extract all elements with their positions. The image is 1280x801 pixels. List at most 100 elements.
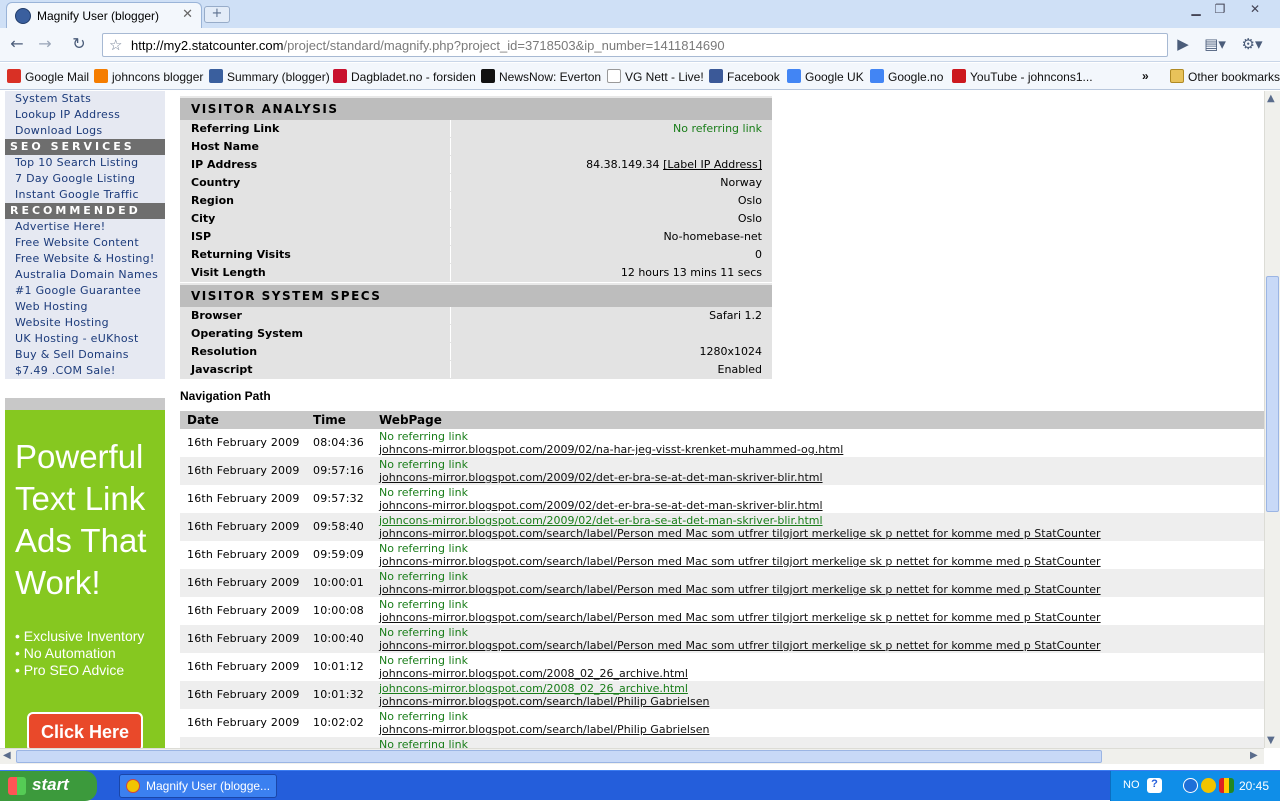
- webpage-link[interactable]: johncons-mirror.blogspot.com/search/labe…: [379, 527, 1101, 540]
- taskbar-window-item[interactable]: Magnify User (blogge...: [119, 774, 277, 798]
- table-row: Resolution 1280x1024: [180, 343, 772, 361]
- webpage-link[interactable]: johncons-mirror.blogspot.com/search/labe…: [379, 695, 709, 708]
- address-url[interactable]: http://my2.statcounter.com/project/stand…: [131, 38, 725, 53]
- table-row: 16th February 2009 10:01:32 johncons-mirro…: [180, 681, 1264, 709]
- sidebar-link[interactable]: Web Hosting: [5, 299, 165, 315]
- referrer: No referring link: [379, 570, 468, 583]
- webpage-link[interactable]: johncons-mirror.blogspot.com/2008_02_26_…: [379, 667, 688, 680]
- page-menu-icon[interactable]: ▤▾: [1203, 35, 1227, 55]
- restore-icon[interactable]: ❐: [1209, 2, 1231, 18]
- new-tab-button[interactable]: +: [204, 6, 230, 23]
- referrer: No referring link: [379, 626, 468, 639]
- bookmark-youtube-9[interactable]: YouTube - johncons1...: [952, 69, 1093, 84]
- bookmark-statcounter-2[interactable]: Summary (blogger): [209, 69, 330, 84]
- referrer[interactable]: johncons-mirror.blogspot.com/2009/02/det…: [379, 514, 823, 527]
- close-tab-icon[interactable]: ✕: [182, 7, 193, 22]
- value-text: Safari 1.2: [709, 309, 762, 322]
- sidebar-link[interactable]: Advertise Here!: [5, 219, 165, 235]
- vertical-scrollbar[interactable]: ▲ ▼: [1264, 91, 1280, 748]
- forward-icon[interactable]: →: [34, 35, 56, 55]
- row-label: City: [180, 210, 451, 227]
- value-text: Oslo: [737, 194, 762, 207]
- sidebar-link[interactable]: Buy & Sell Domains: [5, 347, 165, 363]
- bookmark-blogger-1[interactable]: johncons blogger: [94, 69, 203, 84]
- minimize-icon[interactable]: ▁: [1185, 2, 1207, 18]
- system-tray: NO ? 20:45: [1110, 771, 1280, 801]
- horizontal-scrollbar[interactable]: ◀ ▶: [0, 748, 1264, 764]
- table-row: 16th February 2009 10:00:08 No referring l…: [180, 597, 1264, 625]
- recommended-heading: RECOMMENDED: [5, 203, 165, 219]
- tray-arrow-icon[interactable]: [1183, 778, 1198, 793]
- table-row: Host Name: [180, 138, 772, 156]
- bookmark-google-8[interactable]: Google.no: [870, 69, 943, 84]
- sidebar-link[interactable]: $7.49 .COM Sale!: [5, 363, 165, 379]
- sidebar-link[interactable]: Top 10 Search Listing: [5, 155, 165, 171]
- sidebar-link[interactable]: Instant Google Traffic: [5, 187, 165, 203]
- sidebar-link[interactable]: System Stats: [5, 91, 165, 107]
- reload-icon[interactable]: ↻: [68, 35, 90, 55]
- scroll-left-icon[interactable]: ◀: [3, 750, 11, 761]
- row-label: Resolution: [180, 343, 451, 360]
- close-window-icon[interactable]: ✕: [1241, 2, 1269, 18]
- sidebar-link[interactable]: 7 Day Google Listing: [5, 171, 165, 187]
- security-icon[interactable]: [1219, 778, 1234, 793]
- horizontal-scroll-thumb[interactable]: [16, 750, 1102, 763]
- bookmarks-overflow-button[interactable]: »: [1142, 69, 1149, 83]
- value-text: Oslo: [737, 212, 762, 225]
- visitor-analysis-table: VISITOR ANALYSIS Referring Link No referr…: [180, 96, 772, 282]
- dagbladet-icon: [333, 69, 347, 83]
- sidebar-link[interactable]: Australia Domain Names: [5, 267, 165, 283]
- bookmark-facebook-6[interactable]: Facebook: [709, 69, 780, 84]
- visit-time: 08:04:36: [313, 436, 365, 449]
- sidebar-link[interactable]: Free Website Content: [5, 235, 165, 251]
- table-row: Javascript Enabled: [180, 361, 772, 379]
- webpage-link[interactable]: johncons-mirror.blogspot.com/search/labe…: [379, 583, 1101, 596]
- webpage-link[interactable]: johncons-mirror.blogspot.com/search/labe…: [379, 639, 1101, 652]
- network-icon[interactable]: [1201, 778, 1216, 793]
- browser-toolbar: ← → ↻ ☆ http://my2.statcounter.com/proje…: [0, 28, 1280, 62]
- ad-click-here-button[interactable]: Click Here: [27, 712, 143, 748]
- help-icon[interactable]: ?: [1147, 778, 1162, 793]
- webpage-link[interactable]: johncons-mirror.blogspot.com/2009/02/det…: [379, 499, 823, 512]
- browser-tab[interactable]: Magnify User (blogger) ✕: [6, 2, 202, 28]
- scroll-right-icon[interactable]: ▶: [1250, 750, 1258, 761]
- sidebar-link[interactable]: Free Website & Hosting!: [5, 251, 165, 267]
- webpage-link[interactable]: johncons-mirror.blogspot.com/2009/02/na-…: [379, 443, 843, 456]
- bookmark-page-5[interactable]: VG Nett - Live!: [607, 69, 704, 84]
- webpage-link[interactable]: johncons-mirror.blogspot.com/search/labe…: [379, 611, 1101, 624]
- sidebar-link[interactable]: Download Logs: [5, 123, 165, 139]
- bookmark-star-icon[interactable]: ☆: [109, 36, 122, 54]
- vertical-scroll-thumb[interactable]: [1266, 276, 1279, 512]
- visit-date: 16th February 2009: [187, 688, 300, 701]
- sidebar-link[interactable]: #1 Google Guarantee: [5, 283, 165, 299]
- language-indicator[interactable]: NO: [1123, 779, 1140, 791]
- referrer[interactable]: johncons-mirror.blogspot.com/2008_02_26_…: [379, 682, 688, 695]
- label-ip-address-link[interactable]: [Label IP Address]: [663, 158, 762, 171]
- visit-time: 09:58:40: [313, 520, 365, 533]
- go-icon[interactable]: ▶: [1171, 35, 1195, 55]
- bookmark-newsnow-4[interactable]: NewsNow: Everton: [481, 69, 601, 84]
- webpage-link[interactable]: johncons-mirror.blogspot.com/2009/02/det…: [379, 471, 823, 484]
- scroll-up-icon[interactable]: ▲: [1267, 93, 1275, 104]
- sidebar-link[interactable]: Website Hosting: [5, 315, 165, 331]
- visit-date: 16th February 2009: [187, 492, 300, 505]
- sidebar-link[interactable]: Lookup IP Address: [5, 107, 165, 123]
- start-button[interactable]: start: [0, 771, 97, 801]
- webpage-link[interactable]: johncons-mirror.blogspot.com/search/labe…: [379, 723, 709, 736]
- webpage-link[interactable]: johncons-mirror.blogspot.com/search/labe…: [379, 555, 1101, 568]
- bookmark-dagbladet-3[interactable]: Dagbladet.no - forsiden: [333, 69, 476, 84]
- sidebar-link[interactable]: UK Hosting - eUKhost: [5, 331, 165, 347]
- table-row: 16th February 2009 09:57:16 No referring l…: [180, 457, 1264, 485]
- table-row: Region Oslo: [180, 192, 772, 210]
- text-link-ads-banner[interactable]: Powerful Text Link Ads That Work! • Excl…: [5, 398, 165, 748]
- row-value: Norway: [720, 174, 762, 191]
- visit-time: 09:57:32: [313, 492, 365, 505]
- bookmark-google-7[interactable]: Google UK: [787, 69, 864, 84]
- back-icon[interactable]: ←: [6, 35, 28, 55]
- row-label: Region: [180, 192, 451, 209]
- scroll-down-icon[interactable]: ▼: [1267, 735, 1275, 746]
- bookmark-gmail-0[interactable]: Google Mail: [7, 69, 89, 84]
- wrench-menu-icon[interactable]: ⚙▾: [1240, 35, 1264, 55]
- other-bookmarks-button[interactable]: Other bookmarks: [1170, 69, 1280, 84]
- address-bar[interactable]: ☆ http://my2.statcounter.com/project/sta…: [102, 33, 1168, 57]
